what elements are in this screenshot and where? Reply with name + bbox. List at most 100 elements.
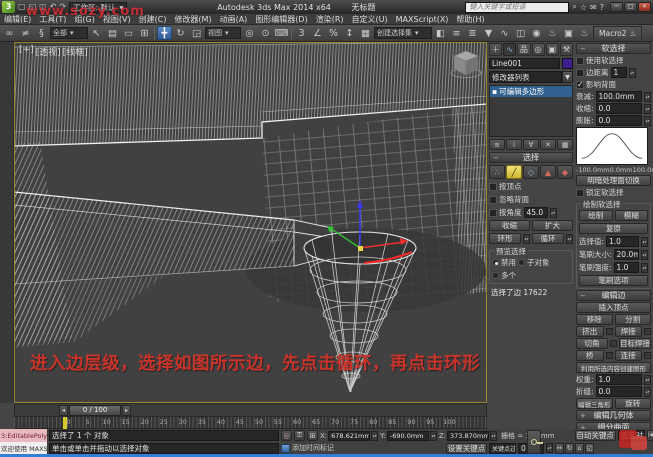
spinner-snap-icon[interactable]: ↕: [342, 26, 357, 40]
remove-button[interactable]: 移除: [576, 314, 613, 325]
spinner-icon[interactable]: ▴▾: [546, 443, 553, 453]
edge-distance-checkbox[interactable]: [576, 69, 584, 77]
time-slider-handle[interactable]: 0 / 100: [69, 405, 121, 416]
crease-field[interactable]: 0.0: [596, 386, 642, 397]
window-crossing-icon[interactable]: ⊞: [137, 26, 152, 40]
tab-display-icon[interactable]: ▣: [546, 43, 559, 56]
tab-hierarchy-icon[interactable]: 品: [517, 43, 530, 56]
paint-button[interactable]: 绘制: [579, 210, 613, 221]
bind-to-space-warp-icon[interactable]: §: [34, 26, 49, 40]
loop-spinner[interactable]: ▴▾: [566, 234, 573, 244]
set-key-button[interactable]: 设置关键点: [446, 443, 487, 454]
help-icon[interactable]: ?: [600, 3, 604, 12]
menu-help[interactable]: 帮助(H): [452, 14, 488, 25]
material-editor-icon[interactable]: ◉: [529, 26, 544, 40]
graphite-ribbon-icon[interactable]: ▼: [481, 26, 496, 40]
bridge-button[interactable]: 桥: [576, 350, 604, 361]
by-vertex-checkbox[interactable]: [489, 183, 497, 191]
mirror-icon[interactable]: ◧: [433, 26, 448, 40]
spinner-icon[interactable]: ▴▾: [644, 387, 651, 397]
curve-editor-icon[interactable]: ∿: [497, 26, 512, 40]
infocenter-search-input[interactable]: [465, 2, 569, 13]
close-button[interactable]: ✕: [638, 2, 651, 12]
select-and-scale-icon[interactable]: ◲: [189, 26, 204, 40]
connect-button[interactable]: 连接: [615, 350, 643, 361]
track-bar[interactable]: 05 1015 2025 3035 4045 5055 6065 7075 80…: [14, 417, 487, 429]
schematic-view-icon[interactable]: ◫: [513, 26, 528, 40]
use-soft-selection-checkbox[interactable]: [576, 57, 584, 65]
named-selection-dropdown[interactable]: 创建选择集 ▾: [374, 27, 432, 39]
chamfer-button[interactable]: 切角: [576, 338, 608, 349]
angle-value-field[interactable]: 45.0: [524, 207, 548, 218]
show-end-result-icon[interactable]: i: [506, 139, 522, 150]
spinner-icon[interactable]: ▴▾: [641, 250, 648, 260]
tab-modify-icon[interactable]: ∿: [503, 43, 516, 56]
target-weld-button[interactable]: 目标焊接: [619, 338, 651, 349]
pin-stack-icon[interactable]: ≡: [489, 139, 505, 150]
spinner-icon[interactable]: ▴▾: [644, 375, 651, 385]
x-value-field[interactable]: 678.621mm: [328, 431, 370, 441]
spinner-icon[interactable]: ▴▾: [490, 431, 497, 441]
rollout-edit-geometry[interactable]: + 编辑几何体: [576, 410, 651, 421]
menu-animation[interactable]: 动画(A): [216, 14, 252, 25]
maximize-button[interactable]: □: [624, 2, 637, 12]
unlink-selection-icon[interactable]: ≠: [18, 26, 33, 40]
set-keys-big-button[interactable]: [527, 430, 541, 454]
spinner-icon[interactable]: ▴▾: [644, 116, 651, 126]
polygon-mode-icon[interactable]: ▲: [540, 165, 556, 179]
spinner-icon[interactable]: ▴▾: [550, 208, 557, 218]
viewport-menu-shading[interactable]: [线框]: [63, 45, 88, 58]
favorites-icon[interactable]: ☆: [580, 3, 587, 12]
spinner-icon[interactable]: ▴▾: [430, 431, 437, 441]
angle-snap-icon[interactable]: ∠: [310, 26, 325, 40]
time-slider[interactable]: ◂ 0 / 100 ▸: [14, 403, 487, 417]
border-mode-icon[interactable]: ◇: [523, 165, 539, 179]
preview-multiple-radio[interactable]: [492, 272, 499, 279]
lock-soft-selection-checkbox[interactable]: [576, 189, 584, 197]
revert-button[interactable]: 复原: [579, 223, 648, 234]
layer-manager-icon[interactable]: ≣: [465, 26, 480, 40]
falloff-field[interactable]: 100.0mm: [596, 91, 642, 102]
connect-settings-icon[interactable]: [644, 352, 651, 359]
y-value-field[interactable]: -690.0mm: [387, 431, 429, 441]
affect-backfacing-checkbox[interactable]: [576, 81, 584, 89]
make-unique-icon[interactable]: ∀: [523, 139, 539, 150]
grow-button[interactable]: 扩大: [532, 220, 573, 231]
z-value-field[interactable]: 373.870mm: [447, 431, 489, 441]
shrink-button[interactable]: 收缩: [489, 220, 530, 231]
align-icon[interactable]: ≡: [449, 26, 464, 40]
orbit-icon[interactable]: ↻: [565, 443, 574, 454]
menu-graph-editors[interactable]: 图形编辑器(D): [251, 14, 311, 25]
select-and-manipulate-icon[interactable]: ⊙: [258, 26, 273, 40]
extrude-button[interactable]: 挤出: [576, 326, 604, 337]
new-file-icon[interactable]: ▢: [18, 2, 26, 12]
selection-value-field[interactable]: 1.0: [606, 236, 639, 247]
by-angle-checkbox[interactable]: [489, 209, 497, 217]
prev-frame-arrow[interactable]: ◂: [59, 405, 68, 416]
element-mode-icon[interactable]: ◆: [557, 165, 573, 179]
select-and-link-icon[interactable]: ∞: [2, 26, 17, 40]
search-icon[interactable]: ⌕: [572, 2, 576, 12]
menu-customize[interactable]: 自定义(U): [348, 14, 392, 25]
spinner-icon[interactable]: ▴▾: [641, 263, 648, 273]
remove-modifier-icon[interactable]: ✕: [540, 139, 556, 150]
rectangular-selection-icon[interactable]: ▭: [121, 26, 136, 40]
render-setup-icon[interactable]: ♨: [545, 26, 560, 40]
isolate-selection-icon[interactable]: ◎: [281, 430, 292, 441]
zoom-extents-all-icon[interactable]: ⌂: [575, 443, 584, 454]
modifier-stack[interactable]: ▪ 可编辑多边形: [489, 85, 573, 137]
stack-item-editable-poly[interactable]: ▪ 可编辑多边形: [490, 86, 572, 97]
rendered-frame-icon[interactable]: ▣: [561, 26, 576, 40]
create-shape-button[interactable]: 利用所选内容创建图形: [576, 362, 651, 373]
spinner-icon[interactable]: ▴▾: [644, 104, 651, 114]
viewport-menu-view[interactable]: [透视]: [36, 45, 61, 58]
maxscript-macro-recorder[interactable]: 3:EditablePoly: [0, 429, 47, 442]
key-filters-button[interactable]: 关键点过滤器...: [489, 443, 516, 454]
pinch-field[interactable]: 0.0: [596, 103, 642, 114]
spinner-icon[interactable]: ▴▾: [644, 92, 651, 102]
keyboard-override-icon[interactable]: ⌨: [274, 26, 289, 40]
vertex-mode-icon[interactable]: ∴: [489, 165, 505, 179]
rollout-edit-edges[interactable]: − 编辑边: [576, 290, 651, 301]
selection-filter-dropdown[interactable]: 全部 ▾: [50, 27, 88, 39]
edit-named-selection-sets-icon[interactable]: ▦: [358, 26, 373, 40]
